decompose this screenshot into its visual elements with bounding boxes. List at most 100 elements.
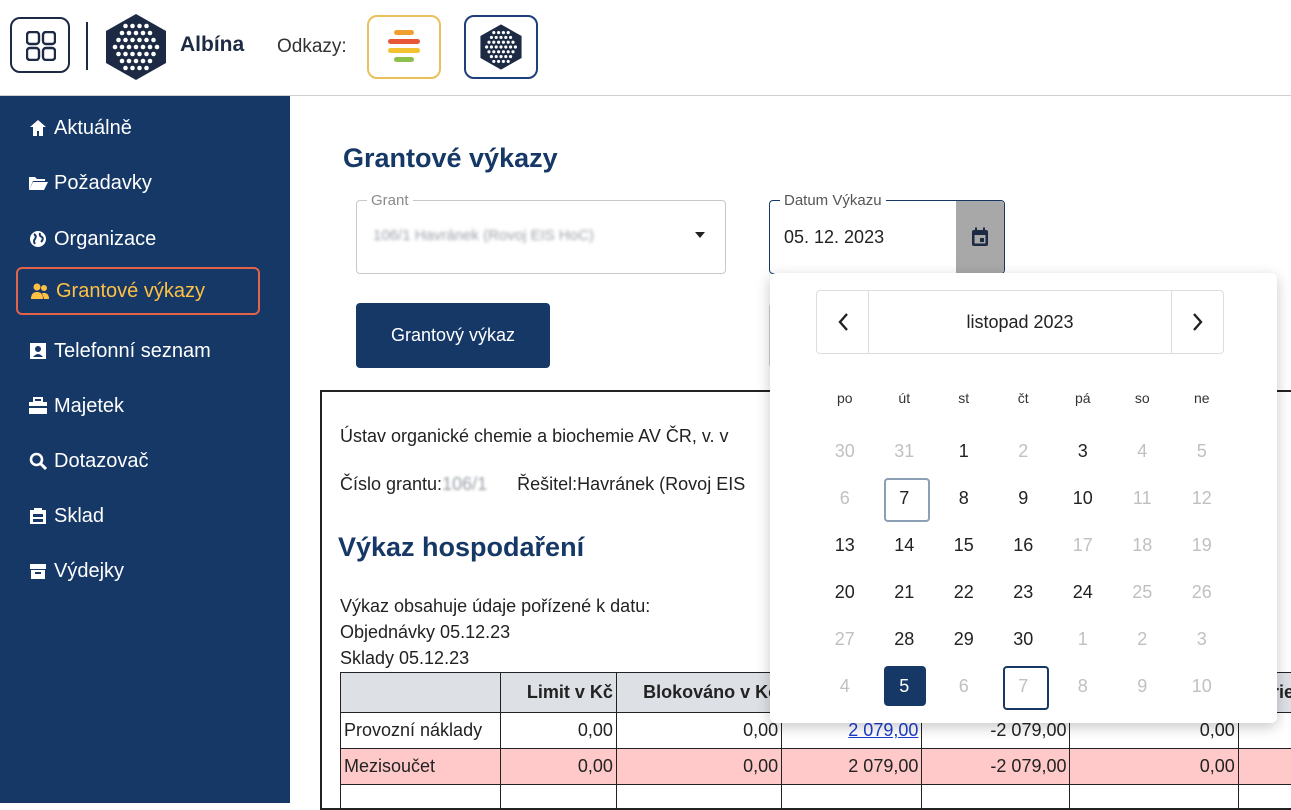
calendar-day[interactable]: 29 bbox=[934, 616, 994, 663]
calendar-day[interactable]: 1 bbox=[1053, 616, 1113, 663]
calendar-day[interactable]: 23 bbox=[994, 569, 1054, 616]
albina-logo-icon[interactable] bbox=[103, 12, 169, 82]
sidebar-item-majetek[interactable]: Majetek bbox=[16, 382, 260, 430]
calendar-day[interactable]: 16 bbox=[994, 522, 1054, 569]
calendar-day[interactable]: 4 bbox=[1113, 428, 1173, 475]
calendar-day[interactable]: 3 bbox=[1053, 428, 1113, 475]
folder-icon bbox=[28, 173, 48, 193]
calendar-day[interactable]: 8 bbox=[1053, 663, 1113, 710]
sidebar-item-label: Sklad bbox=[54, 505, 104, 528]
chevron-down-icon[interactable] bbox=[695, 232, 705, 238]
sidebar-item-telefonni-seznam[interactable]: Telefonní seznam bbox=[16, 327, 260, 375]
calendar-day-number: 19 bbox=[1192, 535, 1212, 556]
calendar-day[interactable]: 21 bbox=[875, 569, 935, 616]
sidebar-item-grantove-vykazy[interactable]: Grantové výkazy bbox=[16, 267, 260, 315]
table-row-subtotal: Mezisoučet 0,00 0,00 2 079,00 -2 079,00 … bbox=[341, 749, 1291, 785]
calendar-day[interactable]: 14 bbox=[875, 522, 935, 569]
calendar-toggle-button[interactable] bbox=[956, 201, 1004, 273]
calendar-day-number: 10 bbox=[1073, 488, 1093, 509]
calendar-day-number: 8 bbox=[959, 488, 969, 509]
month-label[interactable]: listopad 2023 bbox=[869, 291, 1171, 353]
calendar-day[interactable]: 7 bbox=[994, 663, 1054, 710]
calendar-day-number: 1 bbox=[1078, 629, 1088, 650]
cell-limit: 0,00 bbox=[500, 749, 616, 785]
calendar-day[interactable]: 20 bbox=[815, 569, 875, 616]
calendar-day[interactable]: 2 bbox=[994, 428, 1054, 475]
contact-card-icon bbox=[28, 341, 48, 361]
calendar-day[interactable]: 17 bbox=[1053, 522, 1113, 569]
app-name[interactable]: Albína bbox=[180, 33, 244, 57]
calendar-day[interactable]: 27 bbox=[815, 616, 875, 663]
weekday-header: po bbox=[815, 381, 875, 415]
calendar-day[interactable]: 3 bbox=[1172, 616, 1232, 663]
calendar-day-number: 14 bbox=[894, 535, 914, 556]
calendar-day[interactable]: 15 bbox=[934, 522, 994, 569]
calendar-day[interactable]: 5 bbox=[1172, 428, 1232, 475]
calendar-day-number: 15 bbox=[954, 535, 974, 556]
calendar-day[interactable]: 9 bbox=[1113, 663, 1173, 710]
apps-grid-button[interactable] bbox=[10, 17, 70, 73]
calendar-day-number: 17 bbox=[1073, 535, 1093, 556]
weekday-header: čt bbox=[994, 381, 1054, 415]
calendar-day[interactable]: 10 bbox=[1172, 663, 1232, 710]
calendar-day-number: 22 bbox=[954, 582, 974, 603]
date-picker-popup: listopad 2023 poútstčtpásone303112345678… bbox=[770, 273, 1277, 723]
calendar-day[interactable]: 2 bbox=[1113, 616, 1173, 663]
calendar-day-selected[interactable]: 5 bbox=[875, 663, 935, 710]
calendar-day[interactable]: 13 bbox=[815, 522, 875, 569]
cell-difference: -2 079,00 bbox=[922, 749, 1070, 785]
calendar-day[interactable]: 8 bbox=[934, 475, 994, 522]
calendar-day[interactable]: 1 bbox=[934, 428, 994, 475]
sidebar-item-label: Výdejky bbox=[54, 560, 124, 583]
sidebar-item-dotazovac[interactable]: Dotazovač bbox=[16, 437, 260, 485]
calendar-day[interactable]: 6 bbox=[815, 475, 875, 522]
calendar-day-number: 3 bbox=[1078, 441, 1088, 462]
calendar-day[interactable]: 31 bbox=[875, 428, 935, 475]
report-date-value[interactable]: 05. 12. 2023 bbox=[784, 227, 884, 248]
calendar-day[interactable]: 7 bbox=[875, 475, 935, 522]
top-bar: Albína Odkazy: bbox=[0, 0, 1291, 96]
calendar-day[interactable]: 9 bbox=[994, 475, 1054, 522]
sidebar-item-aktualne[interactable]: Aktuálně bbox=[16, 104, 260, 152]
sidebar-item-pozadavky[interactable]: Požadavky bbox=[16, 159, 260, 207]
cell-empty bbox=[1238, 749, 1291, 785]
calendar-day[interactable]: 24 bbox=[1053, 569, 1113, 616]
search-icon bbox=[28, 451, 48, 471]
calendar-day[interactable]: 25 bbox=[1113, 569, 1173, 616]
calendar-day[interactable]: 11 bbox=[1113, 475, 1173, 522]
calendar-day-number: 27 bbox=[835, 629, 855, 650]
calendar-day[interactable]: 30 bbox=[815, 428, 875, 475]
sidebar-item-label: Telefonní seznam bbox=[54, 340, 211, 363]
calendar-day-number: 25 bbox=[1132, 582, 1152, 603]
row-label: Mezisoučet bbox=[341, 749, 501, 785]
cell-amount-link[interactable]: 2 079,00 bbox=[848, 720, 918, 740]
calendar-day[interactable]: 4 bbox=[815, 663, 875, 710]
calendar-day[interactable]: 30 bbox=[994, 616, 1054, 663]
grant-report-button[interactable]: Grantový výkaz bbox=[356, 303, 550, 368]
calendar-day[interactable]: 28 bbox=[875, 616, 935, 663]
previous-month-button[interactable] bbox=[817, 291, 869, 353]
sidebar-item-label: Organizace bbox=[54, 228, 156, 251]
grant-select[interactable]: Grant 106/1 Havránek (Rovoj EIS HoC) bbox=[356, 200, 726, 274]
report-date-legend: Datum Výkazu bbox=[780, 192, 886, 209]
sidebar-item-vydejky[interactable]: Výdejky bbox=[16, 547, 260, 595]
sidebar-item-sklad[interactable]: Sklad bbox=[16, 492, 260, 540]
link-button-stripes[interactable] bbox=[367, 15, 441, 79]
report-date-field[interactable]: Datum Výkazu 05. 12. 2023 bbox=[769, 200, 1005, 274]
calendar-day-number: 23 bbox=[1013, 582, 1033, 603]
calendar-day[interactable]: 26 bbox=[1172, 569, 1232, 616]
briefcase-icon bbox=[28, 396, 48, 416]
sidebar-item-label: Dotazovač bbox=[54, 450, 149, 473]
next-month-button[interactable] bbox=[1171, 291, 1223, 353]
hex-logo-icon bbox=[478, 23, 524, 71]
column-header: Limit v Kč bbox=[500, 673, 616, 713]
calendar-day[interactable]: 6 bbox=[934, 663, 994, 710]
link-button-hex[interactable] bbox=[464, 15, 538, 79]
chevron-left-icon bbox=[837, 312, 849, 332]
sidebar-item-organizace[interactable]: Organizace bbox=[16, 215, 260, 263]
calendar-day[interactable]: 22 bbox=[934, 569, 994, 616]
calendar-day[interactable]: 18 bbox=[1113, 522, 1173, 569]
calendar-day[interactable]: 12 bbox=[1172, 475, 1232, 522]
calendar-day[interactable]: 10 bbox=[1053, 475, 1113, 522]
calendar-day[interactable]: 19 bbox=[1172, 522, 1232, 569]
